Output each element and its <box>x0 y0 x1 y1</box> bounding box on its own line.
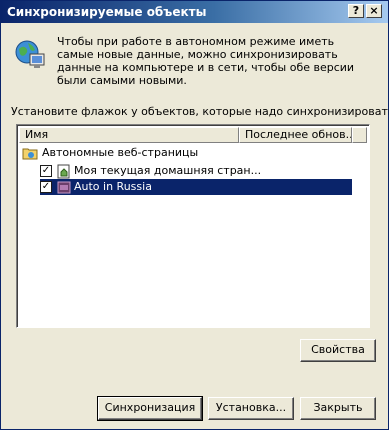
sync-dialog: Синхронизируемые объекты ? × Чтобы при р… <box>0 0 389 430</box>
group-label: Автономные веб-страницы <box>42 146 199 159</box>
sync-globe-icon <box>15 40 45 68</box>
item-label: Моя текущая домашняя стран... <box>74 164 262 177</box>
home-page-icon <box>57 164 70 179</box>
title-bar[interactable]: Синхронизируемые объекты ? × <box>1 1 388 23</box>
list-item-selected[interactable]: ✓ Auto in Russia <box>40 179 352 195</box>
close-button[interactable]: Закрыть <box>300 397 376 420</box>
window-title: Синхронизируемые объекты <box>7 5 207 19</box>
item-checkbox[interactable]: ✓ <box>40 181 52 193</box>
info-text: Чтобы при работе в автономном режиме име… <box>57 35 355 87</box>
column-header-name[interactable]: Имя <box>19 127 239 143</box>
help-button[interactable]: ? <box>348 4 364 18</box>
properties-button[interactable]: Свойства <box>300 339 376 362</box>
column-header-last-updated[interactable]: Последнее обнов... <box>239 127 352 143</box>
close-window-button[interactable]: × <box>366 4 382 18</box>
item-label: Auto in Russia <box>74 180 152 193</box>
instruction-label: Установите флажок у объектов, которые на… <box>11 105 389 118</box>
folder-icon <box>22 148 38 160</box>
synchronize-button[interactable]: Синхронизация <box>97 396 203 421</box>
list-header: Имя Последнее обнов... <box>19 127 367 143</box>
column-header-filler <box>352 127 367 143</box>
web-page-icon <box>57 181 71 194</box>
item-checkbox[interactable]: ✓ <box>40 165 52 177</box>
sync-items-list[interactable]: Имя Последнее обнов... Автономные веб-ст… <box>16 124 370 328</box>
setup-button[interactable]: Установка... <box>208 397 294 420</box>
